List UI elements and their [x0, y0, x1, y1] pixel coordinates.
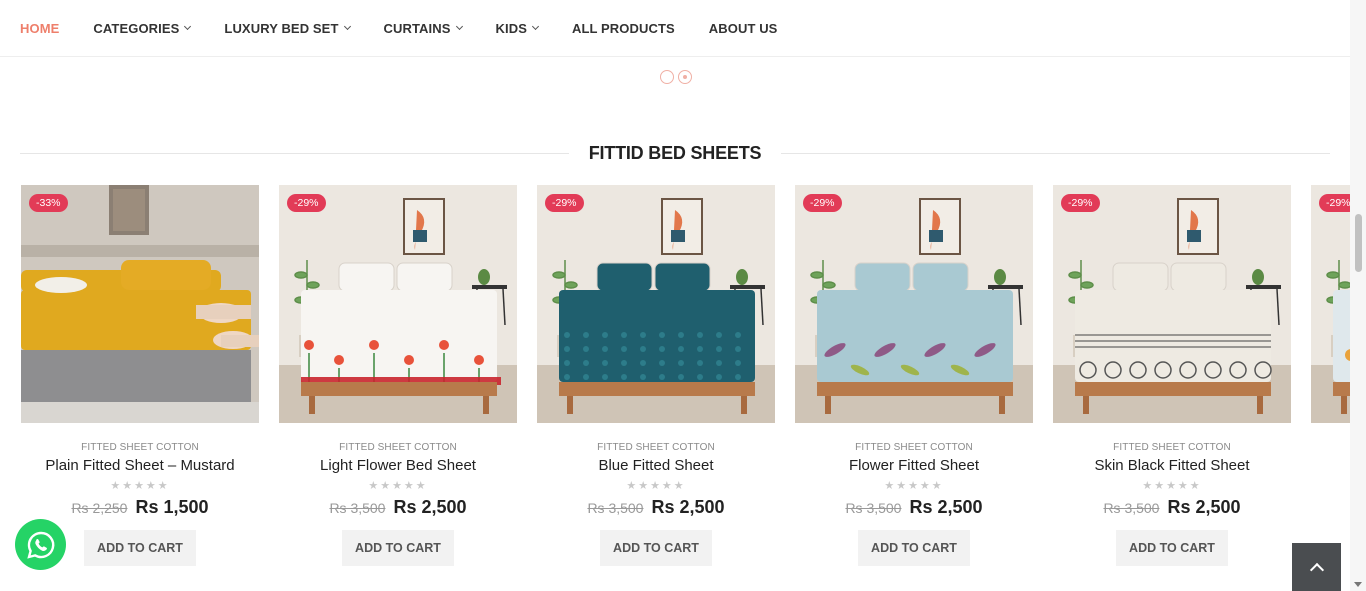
page: HOME CATEGORIES LUXURY BED SET CURTAINS KIDS… — [0, 0, 1366, 591]
chevron-down-icon — [343, 22, 351, 31]
product-image — [279, 185, 517, 423]
old-price: Rs 2,250 — [71, 500, 128, 516]
discount-badge: -33% — [29, 194, 68, 212]
whatsapp-button[interactable] — [15, 519, 66, 570]
add-to-cart-button[interactable]: ADD TO CART — [84, 530, 196, 566]
divider-left — [20, 152, 569, 154]
nav-item-about-us[interactable]: ABOUT US — [709, 21, 778, 36]
product-category[interactable]: FITTED SHEET COTTON — [537, 442, 775, 453]
rating-stars-icon: ★★★★★ — [368, 480, 428, 492]
old-price: Rs 3,500 — [845, 500, 902, 516]
product-thumbnail[interactable]: -29% — [537, 185, 775, 423]
rating-stars-icon: ★★★★★ — [626, 480, 686, 492]
product-image — [795, 185, 1033, 423]
product-carousel: -33% FITTED SHEET COTTON Plain Fitted Sh… — [21, 185, 1366, 585]
scrollbar[interactable] — [1350, 0, 1366, 591]
sale-price: Rs 2,500 — [1167, 497, 1241, 517]
old-price: Rs 3,500 — [587, 500, 644, 516]
product-image — [537, 185, 775, 423]
product-image — [1053, 185, 1291, 423]
sale-price: Rs 2,500 — [651, 497, 725, 517]
add-to-cart-button[interactable]: ADD TO CART — [342, 530, 454, 566]
add-to-cart-button[interactable]: ADD TO CART — [600, 530, 712, 566]
chevron-down-icon — [455, 22, 463, 31]
product-price: Rs 3,500 Rs 2,500 — [537, 497, 775, 518]
slider-dot-1[interactable] — [660, 70, 674, 84]
discount-badge: -29% — [545, 194, 584, 212]
product-thumbnail[interactable]: -29% — [279, 185, 517, 423]
product-name[interactable]: Flower Fitted Sheet — [795, 457, 1033, 474]
sale-price: Rs 2,500 — [393, 497, 467, 517]
product-name[interactable]: Blue Fitted Sheet — [537, 457, 775, 474]
nav-item-luxury-bed-set[interactable]: LUXURY BED SET — [224, 20, 351, 36]
product-image — [21, 185, 259, 423]
product-thumbnail[interactable]: -29% — [795, 185, 1033, 423]
old-price: Rs 3,500 — [1103, 500, 1160, 516]
rating-stars-icon: ★★★★★ — [884, 480, 944, 492]
nav-item-label: ALL PRODUCTS — [571, 20, 675, 36]
chevron-down-icon — [531, 22, 540, 31]
section-title: FITTID BED SHEETS — [588, 142, 762, 163]
nav-item-all-products[interactable]: ALL PRODUCTS — [572, 21, 675, 36]
slider-dot-2[interactable] — [678, 70, 692, 84]
add-to-cart-button[interactable]: ADD TO CART — [1116, 530, 1228, 566]
product-card[interactable]: -29% FITTED SHEET COTTON Blue Fitted She… — [537, 185, 775, 585]
whatsapp-icon — [26, 531, 54, 559]
nav-item-label: CURTAINS — [383, 20, 451, 36]
nav-item-curtains[interactable]: CURTAINS — [383, 20, 463, 36]
rating-stars-icon: ★★★★★ — [1142, 480, 1202, 492]
nav-item-label: LUXURY BED SET — [224, 20, 339, 36]
nav-item-label: HOME — [20, 20, 60, 36]
old-price: Rs 3,500 — [329, 500, 386, 516]
divider-right — [781, 152, 1330, 154]
product-thumbnail[interactable]: -29% — [1053, 185, 1291, 423]
nav-item-label: CATEGORIES — [93, 20, 180, 36]
add-to-cart-button[interactable]: ADD TO CART — [858, 530, 970, 566]
product-card[interactable]: -29% FITTED SHEET COTTON Skin Black Fitt… — [1053, 185, 1291, 585]
chevron-down-icon — [184, 22, 192, 31]
product-card[interactable]: -29% FITTED SHEET COTTON Flower Fitted S… — [795, 185, 1033, 585]
discount-badge: -29% — [287, 194, 326, 212]
product-price: Rs 3,500 Rs 2,500 — [1053, 497, 1291, 518]
product-category[interactable]: FITTED SHEET COTTON — [279, 442, 517, 453]
nav-item-label: ABOUT US — [708, 20, 778, 36]
product-category[interactable]: FITTED SHEET COTTON — [21, 442, 259, 453]
scrollbar-thumb[interactable] — [1355, 214, 1362, 272]
product-price: Rs 2,250 Rs 1,500 — [21, 497, 259, 518]
discount-badge: -29% — [1061, 194, 1100, 212]
product-name[interactable]: Light Flower Bed Sheet — [279, 457, 517, 474]
back-to-top-button[interactable] — [1292, 543, 1341, 591]
product-name[interactable]: Plain Fitted Sheet – Mustard — [21, 457, 259, 474]
scroll-down-arrow-icon[interactable] — [1354, 582, 1362, 587]
sale-price: Rs 2,500 — [909, 497, 983, 517]
product-name[interactable]: Skin Black Fitted Sheet — [1053, 457, 1291, 474]
chevron-up-icon — [1309, 562, 1324, 577]
product-category[interactable]: FITTED SHEET COTTON — [795, 442, 1033, 453]
main-nav: HOME CATEGORIES LUXURY BED SET CURTAINS KIDS… — [0, 0, 1350, 57]
nav-item-categories[interactable]: CATEGORIES — [93, 20, 192, 36]
nav-item-label: KIDS — [495, 20, 527, 36]
product-thumbnail[interactable]: -33% — [21, 185, 259, 423]
product-card[interactable]: -29% FITTED SHEET COTTON Light Flower Be… — [279, 185, 517, 585]
sale-price: Rs 1,500 — [135, 497, 209, 517]
section-header: FITTID BED SHEETS — [20, 140, 1330, 166]
nav-item-kids[interactable]: KIDS — [495, 20, 540, 36]
nav-item-home[interactable]: HOME — [20, 21, 59, 36]
product-price: Rs 3,500 Rs 2,500 — [279, 497, 517, 518]
discount-badge: -29% — [803, 194, 842, 212]
rating-stars-icon: ★★★★★ — [110, 480, 170, 492]
product-price: Rs 3,500 Rs 2,500 — [795, 497, 1033, 518]
product-category[interactable]: FITTED SHEET COTTON — [1053, 442, 1291, 453]
slider-dots — [660, 70, 692, 84]
